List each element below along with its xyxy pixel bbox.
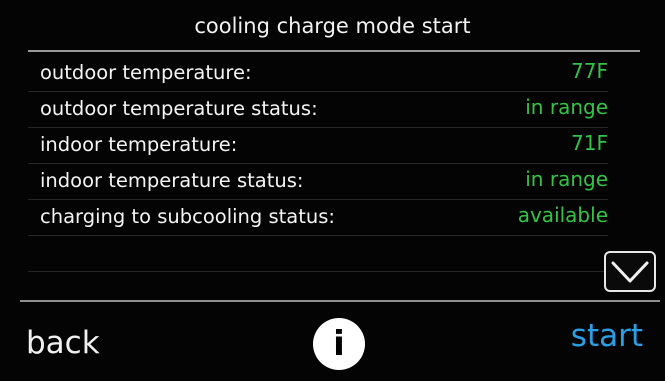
page-title: cooling charge mode start [194, 14, 471, 38]
status-label: indoor temperature status: [40, 169, 304, 192]
status-label: indoor temperature: [40, 133, 238, 156]
status-value: available [517, 203, 608, 227]
status-label: charging to subcooling status: [40, 205, 335, 228]
info-icon: i [333, 324, 345, 364]
info-button[interactable]: i [313, 318, 365, 370]
back-button[interactable]: back [26, 325, 100, 361]
start-button[interactable]: start [571, 318, 643, 354]
thermostat-screen: cooling charge mode start outdoor temper… [0, 0, 665, 381]
footer-divider [20, 300, 660, 302]
chevron-down-icon [611, 261, 649, 282]
empty-row [28, 236, 608, 272]
status-value: 77F [571, 59, 608, 83]
scroll-down-button[interactable] [604, 251, 656, 292]
status-value: in range [525, 95, 608, 119]
status-value: 71F [571, 131, 608, 155]
status-row-indoor-temperature: indoor temperature: 71F [28, 128, 608, 164]
status-label: outdoor temperature status: [40, 97, 318, 120]
status-value: in range [525, 167, 608, 191]
status-row-charging-subcooling-status: charging to subcooling status: available [28, 200, 608, 236]
status-row-outdoor-temperature: outdoor temperature: 77F [28, 56, 608, 92]
status-row-indoor-temperature-status: indoor temperature status: in range [28, 164, 608, 200]
title-divider [28, 50, 640, 52]
status-row-outdoor-temperature-status: outdoor temperature status: in range [28, 92, 608, 128]
status-label: outdoor temperature: [40, 61, 252, 84]
status-list: outdoor temperature: 77F outdoor tempera… [28, 56, 608, 272]
